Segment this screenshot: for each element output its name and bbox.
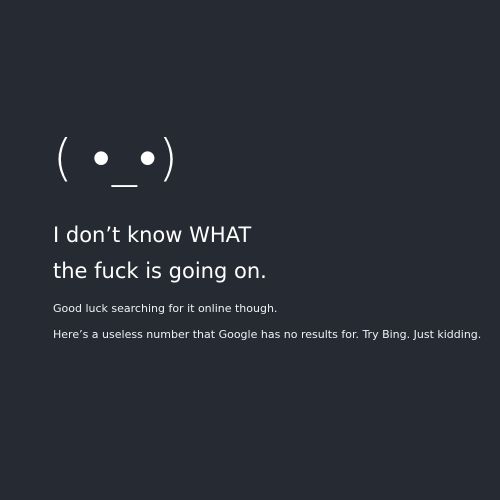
error-screen: ( •_•) I don’t know WHAT the fuck is goi…: [0, 0, 500, 500]
sad-face-emoticon: ( •_•): [53, 129, 180, 187]
headline-line-1: I don’t know WHAT: [53, 223, 252, 247]
error-headline: I don’t know WHAT the fuck is going on.: [53, 217, 267, 289]
headline-line-2: the fuck is going on.: [53, 259, 267, 283]
error-detail-2: Here’s a useless number that Google has …: [53, 328, 482, 341]
error-detail-1: Good luck searching for it online though…: [53, 302, 278, 315]
